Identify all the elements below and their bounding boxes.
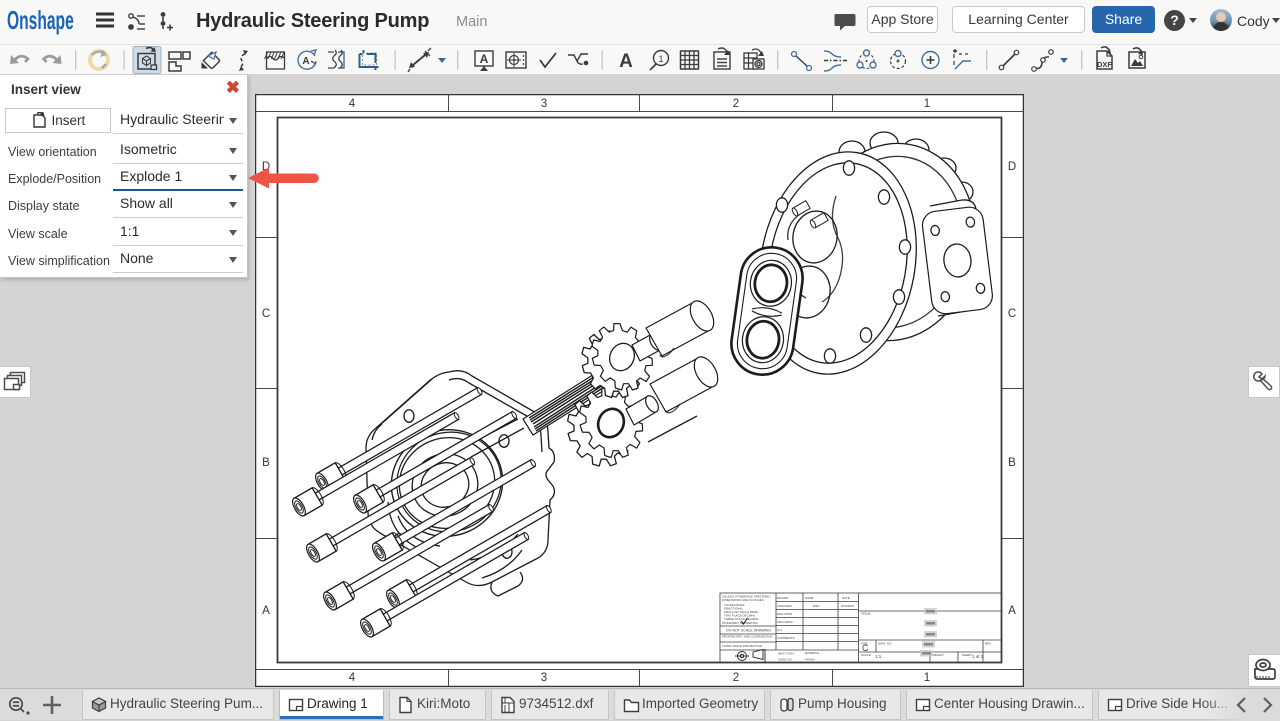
svg-text:1: 1 [658, 54, 663, 64]
svg-text:MATERIAL: MATERIAL [805, 651, 820, 655]
svg-text:NAME: NAME [805, 596, 814, 600]
svg-text:3: 3 [541, 98, 547, 110]
svg-text:2: 2 [733, 672, 739, 684]
svg-text:C: C [1008, 308, 1016, 320]
svg-text:B: B [262, 457, 270, 469]
svg-text:NEXT ASSY: NEXT ASSY [778, 652, 795, 656]
svg-text:MFG APPR.: MFG APPR. [777, 620, 794, 624]
svg-text:1: 1 [924, 98, 930, 110]
svg-text:4: 4 [349, 98, 356, 110]
svg-text:D: D [1008, 161, 1016, 173]
svg-text:1:1: 1:1 [875, 654, 882, 659]
svg-text:DATE: DATE [842, 596, 850, 600]
svg-text:A: A [619, 51, 633, 72]
svg-text:ENG APPR.: ENG APPR. [777, 612, 793, 616]
svg-text:DWG. NO.: DWG. NO. [878, 642, 892, 646]
svg-text:DXF: DXF [1097, 60, 1112, 69]
svg-text:CHECKED: CHECKED [777, 604, 793, 608]
svg-text:6/23/2007: 6/23/2007 [841, 604, 855, 608]
svg-text:SHEET: SHEET [962, 653, 972, 657]
svg-text:PROPRIETARY AND CONFIDENTIAL: PROPRIETARY AND CONFIDENTIAL [722, 635, 773, 639]
svg-text:B: B [1008, 457, 1016, 469]
svg-text:A: A [480, 52, 489, 66]
svg-text:4: 4 [349, 672, 356, 684]
svg-text:FINISH: FINISH [805, 658, 815, 662]
svg-text:A: A [302, 56, 309, 67]
svg-text:USED ON: USED ON [778, 658, 792, 662]
svg-text:COMMENTS:: COMMENTS: [777, 636, 795, 640]
svg-text:3: 3 [541, 672, 547, 684]
svg-text:C: C [862, 643, 869, 653]
svg-text:C: C [262, 308, 270, 320]
svg-text:SCALE:: SCALE: [861, 653, 872, 657]
svg-text:DIMENSIONS ARE IN INCHES: DIMENSIONS ARE IN INCHES [722, 598, 764, 602]
svg-text:2: 2 [733, 98, 739, 110]
svg-text:A: A [262, 605, 270, 617]
svg-text:Q.A.: Q.A. [777, 628, 783, 632]
svg-text:A: A [1008, 605, 1016, 617]
svg-text:1: 1 [924, 672, 930, 684]
svg-text:DSN: DSN [813, 604, 819, 608]
svg-text:DO NOT SCALE DRAWING: DO NOT SCALE DRAWING [726, 629, 771, 633]
svg-text:THIRD ANGLE PROJECTION: THIRD ANGLE PROJECTION [722, 644, 762, 648]
svg-text:WEIGHT:: WEIGHT: [932, 653, 945, 657]
svg-text:INTERPRET GEOMETRIC: INTERPRET GEOMETRIC [722, 621, 759, 625]
svg-text:REV: REV [985, 642, 991, 646]
svg-text:TITLE:: TITLE: [861, 612, 871, 616]
svg-text:1 of 1: 1 of 1 [972, 654, 984, 659]
svg-text:DRAWN: DRAWN [777, 596, 788, 600]
